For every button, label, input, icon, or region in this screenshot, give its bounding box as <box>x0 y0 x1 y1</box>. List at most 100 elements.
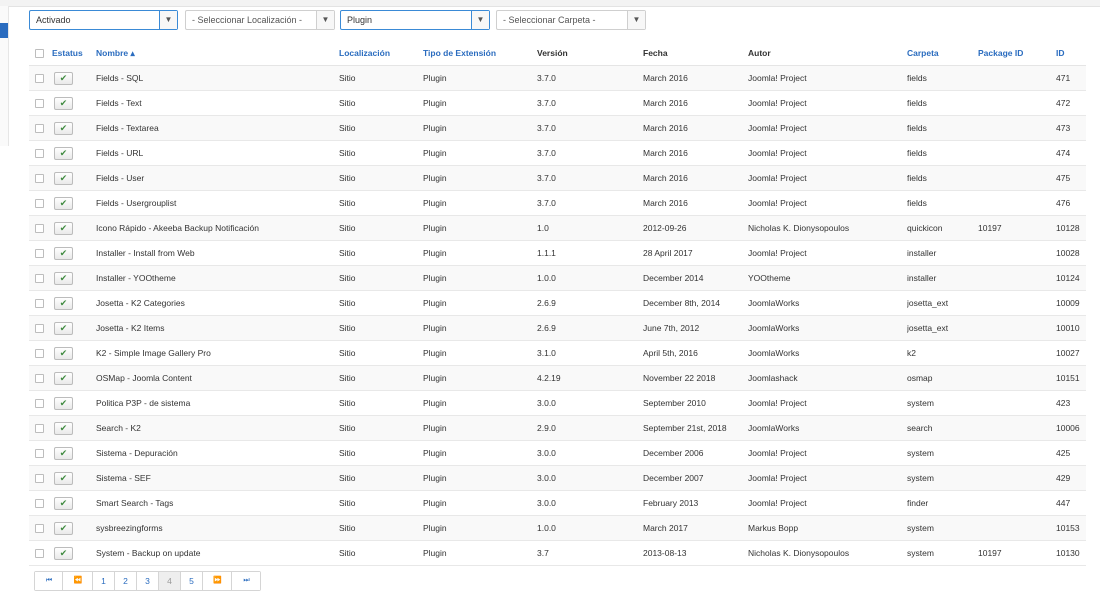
select-all-checkbox[interactable] <box>35 49 44 59</box>
chevron-down-icon[interactable]: ▼ <box>159 11 177 29</box>
col-header-type[interactable]: Tipo de Extensión <box>423 41 537 66</box>
check-icon[interactable]: ✔ <box>54 371 73 385</box>
cell-name[interactable]: Icono Rápido - Akeeba Backup Notificació… <box>96 215 339 241</box>
check-icon[interactable]: ✔ <box>54 171 73 185</box>
row-checkbox[interactable] <box>35 549 44 559</box>
cell-name[interactable]: Fields - Text <box>96 90 339 116</box>
check-icon[interactable]: ✔ <box>54 421 73 435</box>
check-icon[interactable]: ✔ <box>54 546 73 560</box>
row-checkbox[interactable] <box>35 99 44 109</box>
cell-name[interactable]: Josetta - K2 Categories <box>96 290 339 316</box>
page-button[interactable]: 3 <box>137 572 159 590</box>
row-checkbox[interactable] <box>35 149 44 159</box>
cell-name[interactable]: Sistema - SEF <box>96 465 339 491</box>
cell-name[interactable]: Fields - Textarea <box>96 115 339 141</box>
table-row[interactable]: ✔ System - Backup on update Sitio Plugin 3.7… <box>29 540 1086 566</box>
col-header-folder[interactable]: Carpeta <box>907 41 978 66</box>
cell-name[interactable]: Fields - Usergrouplist <box>96 190 339 216</box>
table-row[interactable]: ✔ OSMap - Joomla Content Sitio Plugin 4.2.19… <box>29 365 1086 391</box>
check-icon[interactable]: ✔ <box>54 196 73 210</box>
row-checkbox[interactable] <box>35 174 44 184</box>
check-icon[interactable]: ✔ <box>54 396 73 410</box>
row-checkbox[interactable] <box>35 374 44 384</box>
chevron-down-icon[interactable]: ▼ <box>627 11 645 29</box>
col-header-name[interactable]: Nombre ▴ <box>96 41 339 66</box>
table-row[interactable]: ✔ Fields - SQL Sitio Plugin 3.7.0 March 2016 J… <box>29 65 1086 91</box>
row-checkbox[interactable] <box>35 474 44 484</box>
table-row[interactable]: ✔ Fields - URL Sitio Plugin 3.7.0 March 2016 J… <box>29 140 1086 166</box>
check-icon[interactable]: ✔ <box>54 346 73 360</box>
page-button[interactable]: 1 <box>93 572 115 590</box>
row-checkbox[interactable] <box>35 299 44 309</box>
check-icon[interactable]: ✔ <box>54 221 73 235</box>
check-icon[interactable]: ✔ <box>54 246 73 260</box>
col-header-package-id[interactable]: Package ID <box>978 41 1056 66</box>
cell-name[interactable]: Search - K2 <box>96 415 339 441</box>
check-icon[interactable]: ✔ <box>54 296 73 310</box>
table-row[interactable]: ✔ Sistema - Depuración Sitio Plugin 3.0.0 Dec… <box>29 440 1086 466</box>
check-icon[interactable]: ✔ <box>54 146 73 160</box>
check-icon[interactable]: ✔ <box>54 71 73 85</box>
cell-name[interactable]: K2 - Simple Image Gallery Pro <box>96 340 339 366</box>
table-row[interactable]: ✔ Search - K2 Sitio Plugin 2.9.0 September 21… <box>29 415 1086 441</box>
cell-name[interactable]: Fields - User <box>96 165 339 191</box>
table-row[interactable]: ✔ Sistema - SEF Sitio Plugin 3.0.0 December 2… <box>29 465 1086 491</box>
cell-name[interactable]: Josetta - K2 Items <box>96 315 339 341</box>
check-icon[interactable]: ✔ <box>54 521 73 535</box>
row-checkbox[interactable] <box>35 524 44 534</box>
row-checkbox[interactable] <box>35 224 44 234</box>
page-button[interactable]: 2 <box>115 572 137 590</box>
table-row[interactable]: ✔ sysbreezingforms Sitio Plugin 1.0.0 March 2… <box>29 515 1086 541</box>
filter-folder-select[interactable]: - Seleccionar Carpeta - ▼ <box>496 10 646 30</box>
check-icon[interactable]: ✔ <box>54 271 73 285</box>
col-header-status[interactable]: Estatus <box>52 41 96 66</box>
previous-icon[interactable]: ⏪ <box>63 572 93 590</box>
table-row[interactable]: ✔ Josetta - K2 Categories Sitio Plugin 2.6.9… <box>29 290 1086 316</box>
table-row[interactable]: ✔ Fields - Textarea Sitio Plugin 3.7.0 March … <box>29 115 1086 141</box>
cell-name[interactable]: Fields - SQL <box>96 65 339 91</box>
row-checkbox[interactable] <box>35 274 44 284</box>
cell-name[interactable]: Smart Search - Tags <box>96 490 339 516</box>
cell-name[interactable]: OSMap - Joomla Content <box>96 365 339 391</box>
filter-status-select[interactable]: Activado ▼ <box>29 10 178 30</box>
row-checkbox[interactable] <box>35 349 44 359</box>
filter-type-select[interactable]: Plugin ▼ <box>340 10 490 30</box>
table-row[interactable]: ✔ Icono Rápido - Akeeba Backup Notificaci… <box>29 215 1086 241</box>
next-icon[interactable]: ⏩ <box>203 572 232 590</box>
chevron-down-icon[interactable]: ▼ <box>471 11 489 29</box>
row-checkbox[interactable] <box>35 499 44 509</box>
row-checkbox[interactable] <box>35 199 44 209</box>
col-header-id[interactable]: ID <box>1056 41 1086 66</box>
col-header-location[interactable]: Localización <box>339 41 423 66</box>
table-row[interactable]: ✔ Fields - Text Sitio Plugin 3.7.0 March 2016… <box>29 90 1086 116</box>
row-checkbox[interactable] <box>35 449 44 459</box>
filter-location-select[interactable]: - Seleccionar Localización - ▼ <box>185 10 335 30</box>
check-icon[interactable]: ✔ <box>54 446 73 460</box>
cell-name[interactable]: System - Backup on update <box>96 540 339 566</box>
row-checkbox[interactable] <box>35 124 44 134</box>
row-checkbox[interactable] <box>35 324 44 334</box>
check-icon[interactable]: ✔ <box>54 96 73 110</box>
cell-name[interactable]: Installer - Install from Web <box>96 240 339 266</box>
table-row[interactable]: ✔ Installer - YOOtheme Sitio Plugin 1.0.0 Dec… <box>29 265 1086 291</box>
table-row[interactable]: ✔ Fields - User Sitio Plugin 3.7.0 March 2016… <box>29 165 1086 191</box>
row-checkbox[interactable] <box>35 424 44 434</box>
last-icon[interactable]: ⏭ <box>232 572 260 590</box>
page-button[interactable]: 4 <box>159 572 181 590</box>
chevron-down-icon[interactable]: ▼ <box>316 11 334 29</box>
check-icon[interactable]: ✔ <box>54 121 73 135</box>
cell-name[interactable]: Installer - YOOtheme <box>96 265 339 291</box>
table-row[interactable]: ✔ Installer - Install from Web Sitio Plugin… <box>29 240 1086 266</box>
page-button[interactable]: 5 <box>181 572 203 590</box>
table-row[interactable]: ✔ Politica P3P - de sistema Sitio Plugin 3.0… <box>29 390 1086 416</box>
check-icon[interactable]: ✔ <box>54 496 73 510</box>
table-row[interactable]: ✔ K2 - Simple Image Gallery Pro Sitio Plugi… <box>29 340 1086 366</box>
row-checkbox[interactable] <box>35 399 44 409</box>
table-row[interactable]: ✔ Fields - Usergrouplist Sitio Plugin 3.7.0 M… <box>29 190 1086 216</box>
cell-name[interactable]: Sistema - Depuración <box>96 440 339 466</box>
table-row[interactable]: ✔ Josetta - K2 Items Sitio Plugin 2.6.9 June … <box>29 315 1086 341</box>
table-row[interactable]: ✔ Smart Search - Tags Sitio Plugin 3.0.0 Febr… <box>29 490 1086 516</box>
row-checkbox[interactable] <box>35 249 44 259</box>
check-icon[interactable]: ✔ <box>54 471 73 485</box>
row-checkbox[interactable] <box>35 74 44 84</box>
